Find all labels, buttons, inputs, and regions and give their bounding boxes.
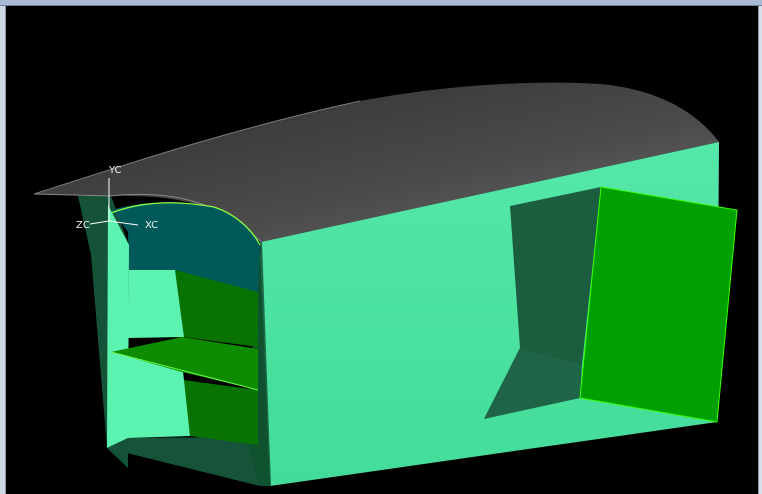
z-axis-label: ZC	[76, 220, 90, 231]
door-panel	[580, 187, 737, 422]
y-axis-label: YC	[108, 165, 122, 176]
inner-lower-panel	[183, 380, 258, 445]
x-axis-label: XC	[145, 220, 158, 231]
inner-left-wall	[107, 205, 129, 448]
model-canvas: YC XC ZC	[33, 82, 738, 487]
inner-side-light	[128, 270, 184, 338]
inner-floor	[107, 437, 260, 486]
cad-window: YC XC ZC	[0, 0, 762, 494]
